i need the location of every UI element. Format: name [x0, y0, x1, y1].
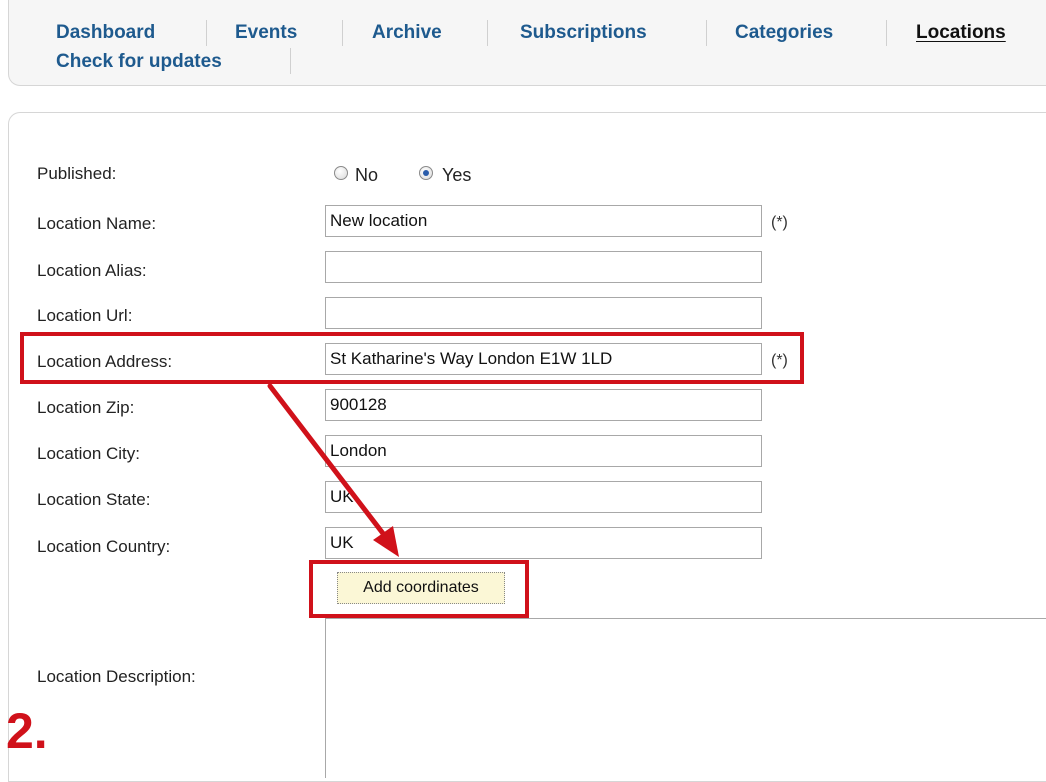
step-number-label: 2.: [6, 703, 48, 759]
annotation-arrow-icon: [267, 383, 399, 557]
